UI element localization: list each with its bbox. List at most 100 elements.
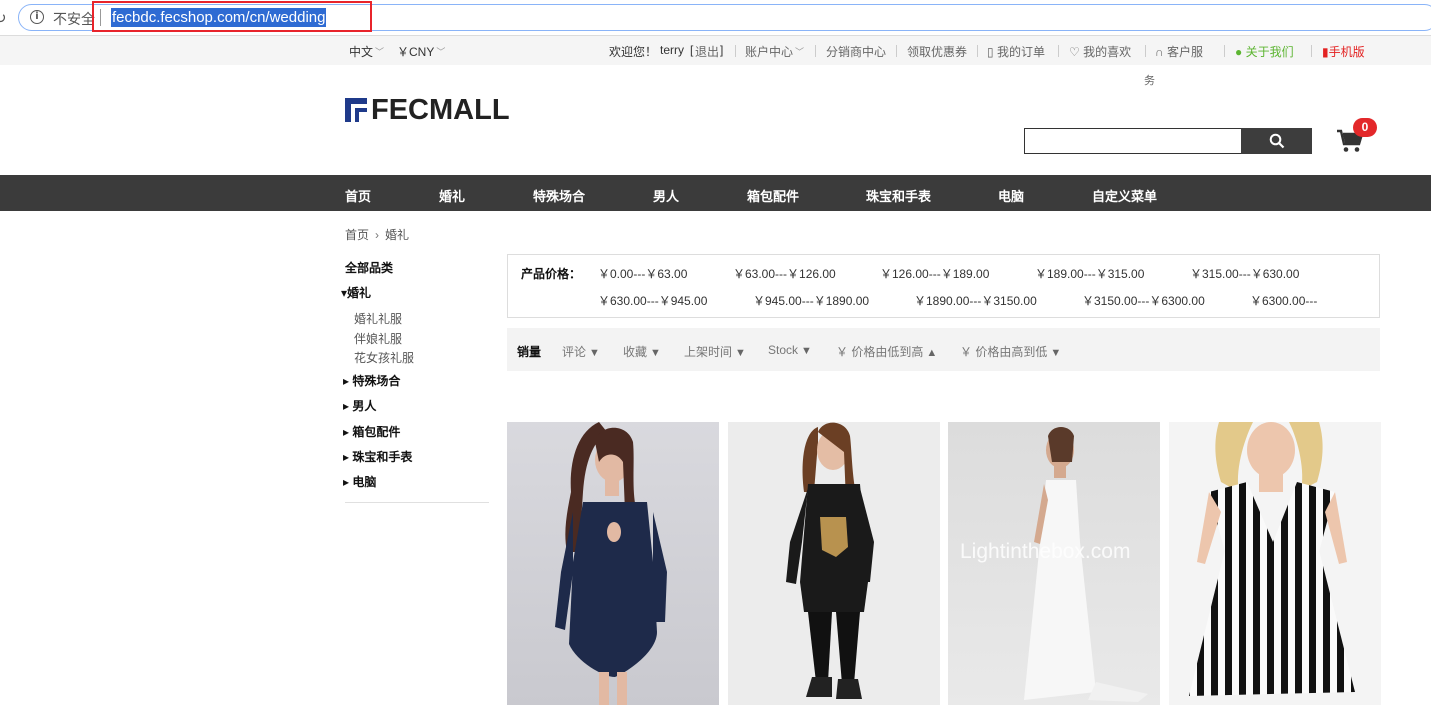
category-wedding[interactable]: ▾婚礼 [341,284,371,301]
language-selector[interactable]: 中文 ﹀ [349,43,384,60]
divider [1224,45,1225,57]
nav-item-special-occasion[interactable]: 特殊场合 [533,186,585,205]
divider [1311,45,1312,57]
price-range-option[interactable]: ￥0.00---￥63.00 [598,265,687,282]
coupons-link[interactable]: 领取优惠券 [907,43,967,60]
price-filter-label: 产品价格： [521,267,582,281]
logo-mark-icon [345,98,367,122]
price-range-option[interactable]: ￥315.00---￥630.00 [1190,265,1299,282]
search-icon [1269,133,1285,149]
triangle-down-icon: ▼ [1050,347,1062,359]
chevron-down-icon: ﹀ [375,47,385,57]
nav-item-wedding[interactable]: 婚礼 [439,186,465,205]
divider [1145,45,1146,57]
sort-by-sales[interactable]: 销量 [517,343,541,360]
username: terry [660,43,684,57]
mobile-version-link[interactable]: ▮手机版 [1322,43,1365,60]
logout-bracket-close: ] [720,43,724,57]
url-highlight-box [92,1,372,32]
triangle-right-icon: ▸ [343,475,350,489]
category-jewelry[interactable]: ▸ 珠宝和手表 [343,448,412,465]
sort-price-high-low[interactable]: ￥ 价格由高到低 ▼ [960,343,1061,360]
product-photo-navy-dress [555,422,667,705]
category-men[interactable]: ▸ 男人 [343,397,376,414]
category-special-occasion[interactable]: ▸ 特殊场合 [343,372,400,389]
subcategory-wedding-dresses[interactable]: 婚礼礼服 [354,310,402,327]
breadcrumb-current: 婚礼 [385,228,410,242]
product-image[interactable]: Lightinthebox.com [948,422,1160,705]
insecure-label: 不安全 [53,11,95,27]
price-range-option[interactable]: ￥6300.00--- [1250,292,1317,309]
price-range-option[interactable]: ￥189.00---￥315.00 [1035,265,1144,282]
subcategory-flower-girl-dresses[interactable]: 花女孩礼服 [354,349,414,366]
triangle-down-icon: ▼ [735,347,746,359]
orders-link[interactable]: ▯ 我的订单 [987,43,1045,60]
product-photo-striped-dress [1189,422,1355,696]
triangle-right-icon: ▸ [343,425,350,439]
distributor-center-link[interactable]: 分销商中心 [826,43,886,60]
product-image[interactable] [728,422,940,705]
nav-item-home[interactable]: 首页 [345,186,371,205]
favorites-link[interactable]: ♡ 我的喜欢 [1069,43,1131,60]
sort-by-date[interactable]: 上架时间 ▼ [684,343,746,360]
price-range-option[interactable]: ￥126.00---￥189.00 [880,265,989,282]
price-range-option[interactable]: ￥3150.00---￥6300.00 [1082,292,1205,309]
triangle-right-icon: ▸ [343,450,350,464]
product-image[interactable] [507,422,719,705]
customer-service-link[interactable]: ∩ 客户服 [1155,43,1203,60]
main-nav: 首页 婚礼 特殊场合 男人 箱包配件 珠宝和手表 电脑 自定义菜单 [0,175,1431,211]
breadcrumb-home[interactable]: 首页 [345,228,369,242]
breadcrumb: 首页 › 婚礼 [345,226,409,243]
headset-icon: ∩ [1155,45,1164,59]
nav-item-computers[interactable]: 电脑 [998,186,1024,205]
triangle-down-icon: ▼ [589,347,600,359]
about-us-link[interactable]: ● 关于我们 [1235,43,1294,60]
nav-item-jewelry[interactable]: 珠宝和手表 [866,186,931,205]
triangle-down-icon: ▼ [801,345,812,357]
price-range-option[interactable]: ￥63.00---￥126.00 [733,265,836,282]
account-center-link[interactable]: 账户中心 ﹀ [745,43,804,60]
customer-service-wrap: 务 [1144,75,1155,87]
triangle-right-icon: ▸ [343,374,350,388]
browser-address-bar: ↻ i 不安全 fecbdc.fecshop.com/cn/wedding [0,0,1431,36]
sort-price-low-high[interactable]: ￥ 价格由低到高 ▲ [836,343,937,360]
price-range-option[interactable]: ￥1890.00---￥3150.00 [914,292,1037,309]
chevron-down-icon: ﹀ [436,47,446,57]
phone-icon: ▮ [1322,45,1329,59]
sort-by-stock[interactable]: Stock ▼ [768,343,812,357]
document-icon: ▯ [987,45,994,59]
category-bags[interactable]: ▸ 箱包配件 [343,423,400,440]
nav-item-bags[interactable]: 箱包配件 [747,186,799,205]
wechat-icon: ● [1235,45,1243,59]
site-logo[interactable]: FECMALL [345,94,510,126]
divider [1058,45,1059,57]
search-button[interactable] [1241,128,1312,154]
all-categories-heading: 全部品类 [345,261,394,275]
category-computers[interactable]: ▸ 电脑 [343,473,376,490]
sort-by-favorites[interactable]: 收藏 ▼ [623,343,661,360]
nav-item-men[interactable]: 男人 [653,186,679,205]
price-range-option[interactable]: ￥630.00---￥945.00 [598,292,707,309]
divider [345,502,489,503]
heart-icon: ♡ [1069,45,1080,59]
logout-link[interactable]: 退出 [695,43,719,60]
welcome-text: 欢迎您！ [609,45,658,59]
nav-item-custom-menu[interactable]: 自定义菜单 [1092,186,1157,205]
reload-icon[interactable]: ↻ [0,9,7,27]
sort-by-reviews[interactable]: 评论 ▼ [562,343,600,360]
search-input[interactable] [1024,128,1242,154]
price-range-option[interactable]: ￥945.00---￥1890.00 [753,292,869,309]
subcategory-bridesmaid-dresses[interactable]: 伴娘礼服 [354,330,402,347]
logo-text: FECMALL [371,93,510,126]
breadcrumb-arrow-icon: › [375,228,380,242]
currency-selector[interactable]: ￥CNY ﹀ [397,43,445,60]
info-icon[interactable]: i [30,10,44,24]
divider [977,45,978,57]
chevron-down-icon: ﹀ [795,47,805,57]
product-watermark: Lightinthebox.com [960,540,1131,563]
triangle-down-icon: ▼ [650,347,661,359]
logout-bracket-open: [ [690,43,694,57]
product-image[interactable] [1169,422,1381,705]
divider [735,45,736,57]
product-photo-reindeer-top [786,422,874,699]
